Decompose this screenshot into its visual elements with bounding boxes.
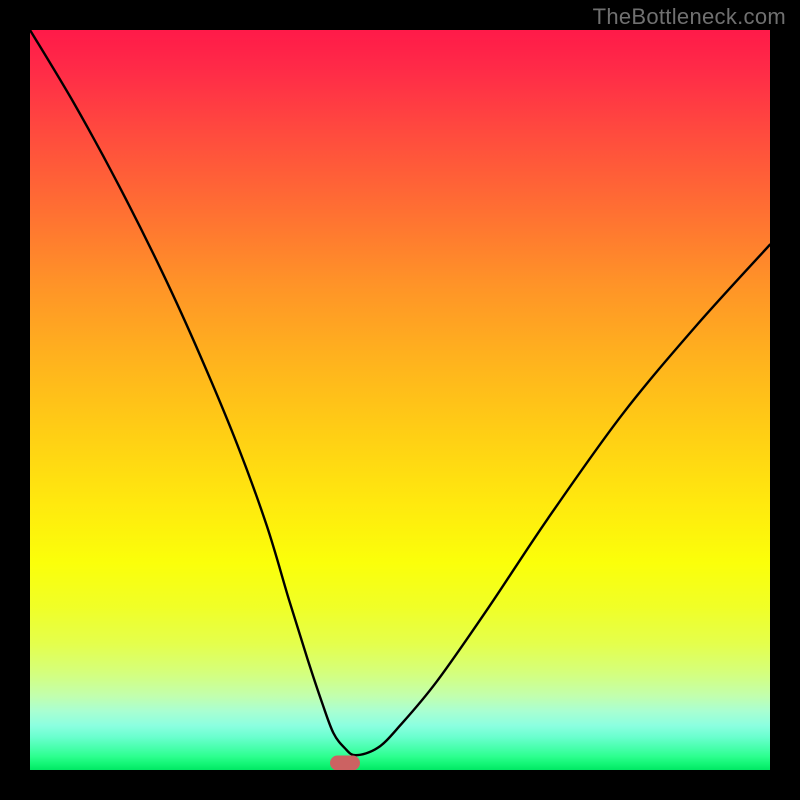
plot-area: [30, 30, 770, 770]
watermark-text: TheBottleneck.com: [593, 4, 786, 30]
bottleneck-curve: [30, 30, 770, 770]
optimal-point-marker: [330, 755, 360, 770]
chart-frame: TheBottleneck.com: [0, 0, 800, 800]
